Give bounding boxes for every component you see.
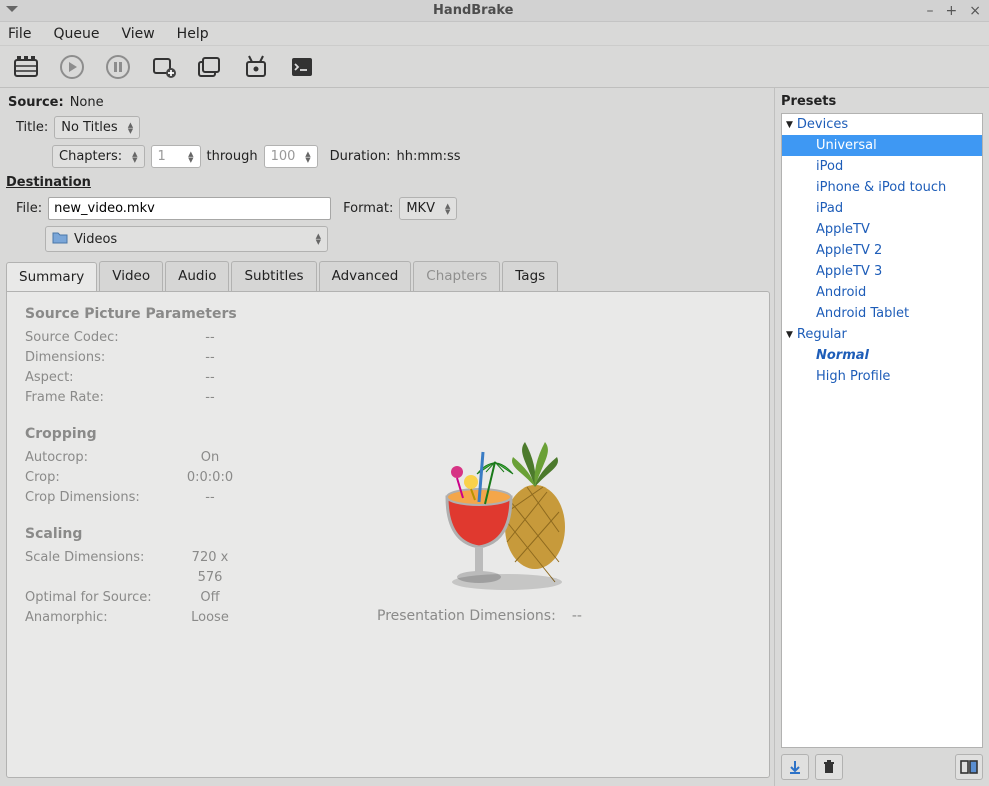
anamorphic-label: Anamorphic: — [25, 608, 180, 628]
scaling-title: Scaling — [25, 526, 751, 542]
window-titlebar: HandBrake – + × — [0, 0, 989, 22]
presets-toolbar — [775, 748, 989, 786]
preset-universal[interactable]: Universal — [782, 135, 982, 156]
folder-icon — [52, 230, 68, 248]
dimensions-value: -- — [180, 348, 240, 368]
preset-category-regular[interactable]: ▼ Regular — [782, 324, 982, 345]
presentation-dimensions-label: Presentation Dimensions: — [377, 608, 556, 624]
aspect-label: Aspect: — [25, 368, 180, 388]
duration-label: Duration: — [330, 149, 391, 164]
preset-appletv[interactable]: AppleTV — [782, 219, 982, 240]
spinner-icon: ▲▼ — [316, 233, 321, 245]
preset-category-devices[interactable]: ▼ Devices — [782, 114, 982, 135]
source-codec-label: Source Codec: — [25, 328, 180, 348]
title-label: Title: — [16, 120, 48, 135]
summary-panel: Source Picture Parameters Source Codec:-… — [6, 291, 770, 778]
format-label: Format: — [343, 201, 393, 216]
preset-delete-button[interactable] — [815, 754, 843, 780]
open-source-button[interactable] — [10, 51, 42, 83]
maximize-button[interactable]: + — [946, 4, 958, 18]
destination-header: Destination — [6, 175, 770, 190]
autocrop-label: Autocrop: — [25, 448, 180, 468]
preset-android[interactable]: Android — [782, 282, 982, 303]
source-codec-value: -- — [180, 328, 240, 348]
add-to-queue-button[interactable] — [148, 51, 180, 83]
crop-label: Crop: — [25, 468, 180, 488]
activity-log-button[interactable] — [286, 51, 318, 83]
anamorphic-value: Loose — [180, 608, 240, 628]
preset-save-button[interactable] — [781, 754, 809, 780]
tab-video[interactable]: Video — [99, 261, 163, 291]
crop-value: 0:0:0:0 — [180, 468, 240, 488]
aspect-value: -- — [180, 368, 240, 388]
optimal-for-source-label: Optimal for Source: — [25, 588, 180, 608]
close-button[interactable]: × — [969, 4, 981, 18]
tab-summary[interactable]: Summary — [6, 262, 97, 292]
tab-subtitles[interactable]: Subtitles — [231, 261, 316, 291]
file-label: File: — [16, 201, 42, 216]
chapter-to-input[interactable]: 100 ▲▼ — [264, 145, 318, 168]
title-select[interactable]: No Titles ▲▼ — [54, 116, 140, 139]
range-type-select[interactable]: Chapters: ▲▼ — [52, 145, 145, 168]
expand-icon: ▼ — [786, 330, 793, 340]
spinner-icon: ▲▼ — [188, 151, 193, 163]
spinner-icon: ▲▼ — [305, 151, 310, 163]
window-title: HandBrake — [20, 3, 927, 18]
duration-value: hh:mm:ss — [396, 149, 460, 164]
optimal-for-source-value: Off — [180, 588, 240, 608]
tab-tags[interactable]: Tags — [502, 261, 558, 291]
preset-appletv-2[interactable]: AppleTV 2 — [782, 240, 982, 261]
through-label: through — [207, 149, 258, 164]
scale-dimensions-value: 720 x 576 — [180, 548, 240, 588]
pause-encode-button[interactable] — [102, 51, 134, 83]
spinner-icon: ▲▼ — [132, 151, 137, 163]
handbrake-logo — [427, 432, 587, 592]
tabs: Summary Video Audio Subtitles Advanced C… — [6, 261, 770, 291]
source-label: Source: — [8, 95, 64, 110]
preset-iphone-ipod-touch[interactable]: iPhone & iPod touch — [782, 177, 982, 198]
menubar: File Queue View Help — [0, 22, 989, 46]
preset-normal[interactable]: Normal — [782, 345, 982, 366]
crop-dimensions-value: -- — [180, 488, 240, 508]
tab-audio[interactable]: Audio — [165, 261, 229, 291]
preset-ipod[interactable]: iPod — [782, 156, 982, 177]
show-queue-button[interactable] — [194, 51, 226, 83]
dimensions-label: Dimensions: — [25, 348, 180, 368]
preset-options-button[interactable] — [955, 754, 983, 780]
crop-dimensions-label: Crop Dimensions: — [25, 488, 180, 508]
menu-file[interactable]: File — [8, 26, 31, 42]
minimize-button[interactable]: – — [927, 4, 934, 18]
format-select[interactable]: MKV ▲▼ — [399, 197, 457, 220]
framerate-value: -- — [180, 388, 240, 408]
destination-folder-select[interactable]: Videos ▲▼ — [45, 226, 328, 252]
menu-help[interactable]: Help — [177, 26, 209, 42]
toolbar — [0, 46, 989, 88]
source-picture-parameters-title: Source Picture Parameters — [25, 306, 751, 322]
app-menu-icon[interactable] — [4, 1, 20, 21]
preset-high-profile[interactable]: High Profile — [782, 366, 982, 387]
preset-ipad[interactable]: iPad — [782, 198, 982, 219]
cropping-title: Cropping — [25, 426, 751, 442]
tab-chapters: Chapters — [413, 261, 500, 291]
start-encode-button[interactable] — [56, 51, 88, 83]
spinner-icon: ▲▼ — [128, 122, 133, 134]
spinner-icon: ▲▼ — [445, 203, 450, 215]
tab-advanced[interactable]: Advanced — [319, 261, 412, 291]
menu-view[interactable]: View — [121, 26, 154, 42]
scale-dimensions-label: Scale Dimensions: — [25, 548, 180, 588]
preset-android-tablet[interactable]: Android Tablet — [782, 303, 982, 324]
chapter-from-input[interactable]: 1 ▲▼ — [151, 145, 201, 168]
framerate-label: Frame Rate: — [25, 388, 180, 408]
menu-queue[interactable]: Queue — [53, 26, 99, 42]
source-value: None — [70, 95, 104, 110]
preview-button[interactable] — [240, 51, 272, 83]
preset-appletv-3[interactable]: AppleTV 3 — [782, 261, 982, 282]
autocrop-value: On — [180, 448, 240, 468]
presets-header: Presets — [775, 88, 989, 113]
file-input[interactable] — [48, 197, 331, 220]
expand-icon: ▼ — [786, 120, 793, 130]
presets-tree[interactable]: ▼ Devices Universal iPod iPhone & iPod t… — [781, 113, 983, 748]
presentation-dimensions-value: -- — [572, 608, 582, 624]
